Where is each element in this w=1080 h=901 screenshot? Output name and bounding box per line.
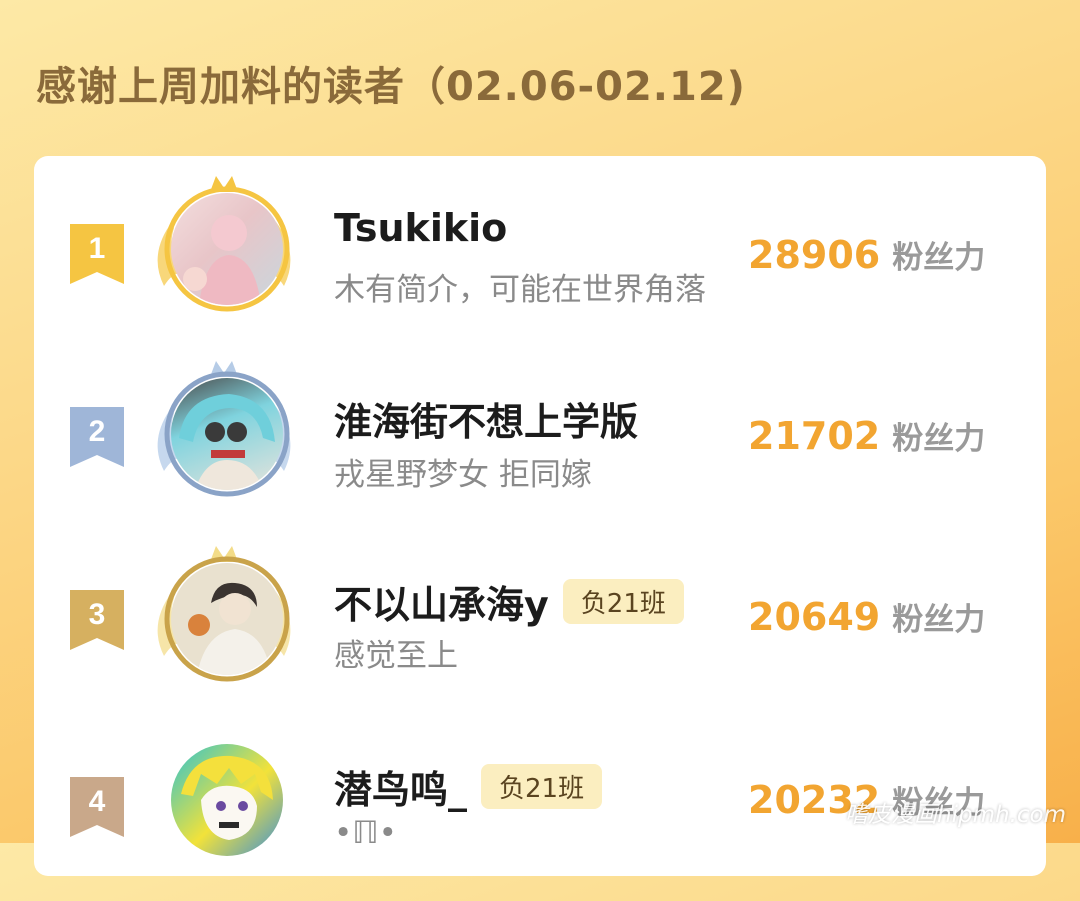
fan-power-value: 21702 (748, 414, 881, 458)
user-name[interactable]: 潜鸟鸣_ (334, 759, 467, 814)
user-bio: 木有简介，可能在世界角落 (334, 272, 706, 308)
user-name[interactable]: 不以山承海y (334, 574, 549, 629)
rank-number: 3 (89, 598, 106, 631)
rank-badge-2: 2 (70, 407, 124, 467)
avatar-frame (144, 166, 304, 326)
user-bio: •ℿ• (334, 815, 397, 851)
fan-power-value: 20649 (748, 595, 881, 639)
rank-badge-3: 3 (70, 590, 124, 650)
ranking-row-1[interactable]: 1 Tsukikio 木有简介，可能在世界角落 28906 粉丝力 (34, 166, 1046, 336)
user-bio: 戎星野梦女 拒同嫁 (334, 457, 592, 493)
user-bio: 感觉至上 (334, 638, 458, 674)
fan-power-unit: 粉丝力 (892, 421, 986, 457)
watermark: 嗜皮漫画hipmh.com (845, 802, 1066, 828)
rank-number: 4 (89, 785, 106, 818)
avatar-frame (144, 351, 304, 511)
avatar[interactable] (171, 563, 283, 675)
rank-number: 1 (89, 232, 106, 265)
ranking-list: 1 Tsukikio 木有简介，可能在世界角落 28906 粉丝力 2 淮海街不… (34, 156, 1046, 876)
ranking-row-2[interactable]: 2 淮海街不想上学版 戎星野梦女 拒同嫁 21702 粉丝力 (34, 351, 1046, 521)
avatar[interactable] (171, 193, 283, 305)
avatar-frame (144, 536, 304, 696)
page-title: 感谢上周加料的读者（02.06-02.12) (36, 64, 746, 110)
class-tag[interactable]: 负21班 (562, 579, 684, 624)
rank-badge-1: 1 (70, 224, 124, 284)
avatar[interactable] (171, 744, 283, 856)
user-name[interactable]: Tsukikio (334, 206, 507, 250)
avatar[interactable] (171, 378, 283, 490)
user-name[interactable]: 淮海街不想上学版 (334, 391, 638, 446)
fan-power-value: 28906 (748, 233, 881, 277)
avatar-frame (144, 717, 304, 877)
fan-power-unit: 粉丝力 (892, 602, 986, 638)
fan-power-unit: 粉丝力 (892, 240, 986, 276)
class-tag[interactable]: 负21班 (481, 764, 603, 809)
rank-badge-4: 4 (70, 777, 124, 837)
rank-number: 2 (89, 415, 106, 448)
ranking-row-3[interactable]: 3 不以山承海y 负21班 感觉至上 20649 粉丝力 (34, 536, 1046, 706)
